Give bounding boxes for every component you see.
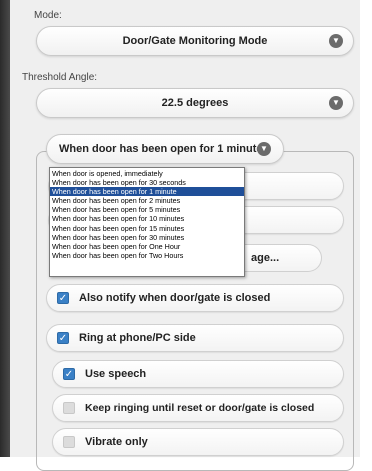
duration-option[interactable]: When door has been open for 30 minutes	[50, 233, 244, 242]
threshold-label: Threshold Angle:	[22, 72, 98, 83]
duration-option[interactable]: When door has been open for 30 seconds	[50, 178, 244, 187]
keep-ringing-option[interactable]: Keep ringing until reset or door/gate is…	[52, 394, 344, 422]
obscured-option-button-3[interactable]: age...	[245, 244, 322, 272]
chevron-down-icon: ▼	[329, 96, 343, 110]
checkbox-unchecked-icon[interactable]	[63, 402, 75, 414]
ring-phone-label: Ring at phone/PC side	[79, 332, 196, 344]
duration-option[interactable]: When door has been open for One Hour	[50, 242, 244, 251]
chevron-down-icon: ▼	[257, 142, 271, 156]
vibrate-only-label: Vibrate only	[85, 436, 148, 448]
duration-option[interactable]: When door has been open for 1 minute	[50, 187, 244, 197]
use-speech-label: Use speech	[85, 368, 147, 380]
mode-label: Mode:	[34, 10, 62, 21]
threshold-select[interactable]: 22.5 degrees ▼	[36, 88, 354, 118]
duration-select-value: When door has been open for 1 minute	[59, 143, 263, 155]
ring-phone-option[interactable]: ✓ Ring at phone/PC side	[46, 324, 344, 352]
mode-select-value: Door/Gate Monitoring Mode	[122, 35, 268, 47]
checkbox-checked-icon[interactable]: ✓	[63, 368, 75, 380]
duration-option[interactable]: When door has been open for Two Hours	[50, 251, 244, 260]
checkbox-checked-icon[interactable]: ✓	[57, 332, 69, 344]
mode-select[interactable]: Door/Gate Monitoring Mode ▼	[36, 26, 354, 56]
duration-option[interactable]: When door has been open for 2 minutes	[50, 196, 244, 205]
keep-ringing-label: Keep ringing until reset or door/gate is…	[85, 402, 315, 414]
duration-options-list[interactable]: When door is opened, immediately When doo…	[49, 167, 245, 277]
checkbox-checked-icon[interactable]: ✓	[57, 292, 69, 304]
use-speech-option[interactable]: ✓ Use speech	[52, 360, 344, 388]
chevron-down-icon: ▼	[329, 34, 343, 48]
duration-option[interactable]: When door has been open for 15 minutes	[50, 224, 244, 233]
notify-closed-label: Also notify when door/gate is closed	[79, 292, 271, 304]
obscured-button-text: age...	[251, 252, 280, 264]
duration-select[interactable]: When door has been open for 1 minute ▼	[46, 134, 284, 164]
right-margin	[360, 0, 372, 457]
threshold-select-value: 22.5 degrees	[161, 97, 229, 109]
checkbox-unchecked-icon[interactable]	[63, 436, 75, 448]
duration-option[interactable]: When door has been open for 10 minutes	[50, 214, 244, 223]
vibrate-only-option[interactable]: Vibrate only	[52, 428, 344, 456]
duration-option[interactable]: When door has been open for 5 minutes	[50, 205, 244, 214]
left-rail	[0, 0, 10, 457]
notify-closed-option[interactable]: ✓ Also notify when door/gate is closed	[46, 284, 344, 312]
duration-option[interactable]: When door is opened, immediately	[50, 169, 244, 178]
